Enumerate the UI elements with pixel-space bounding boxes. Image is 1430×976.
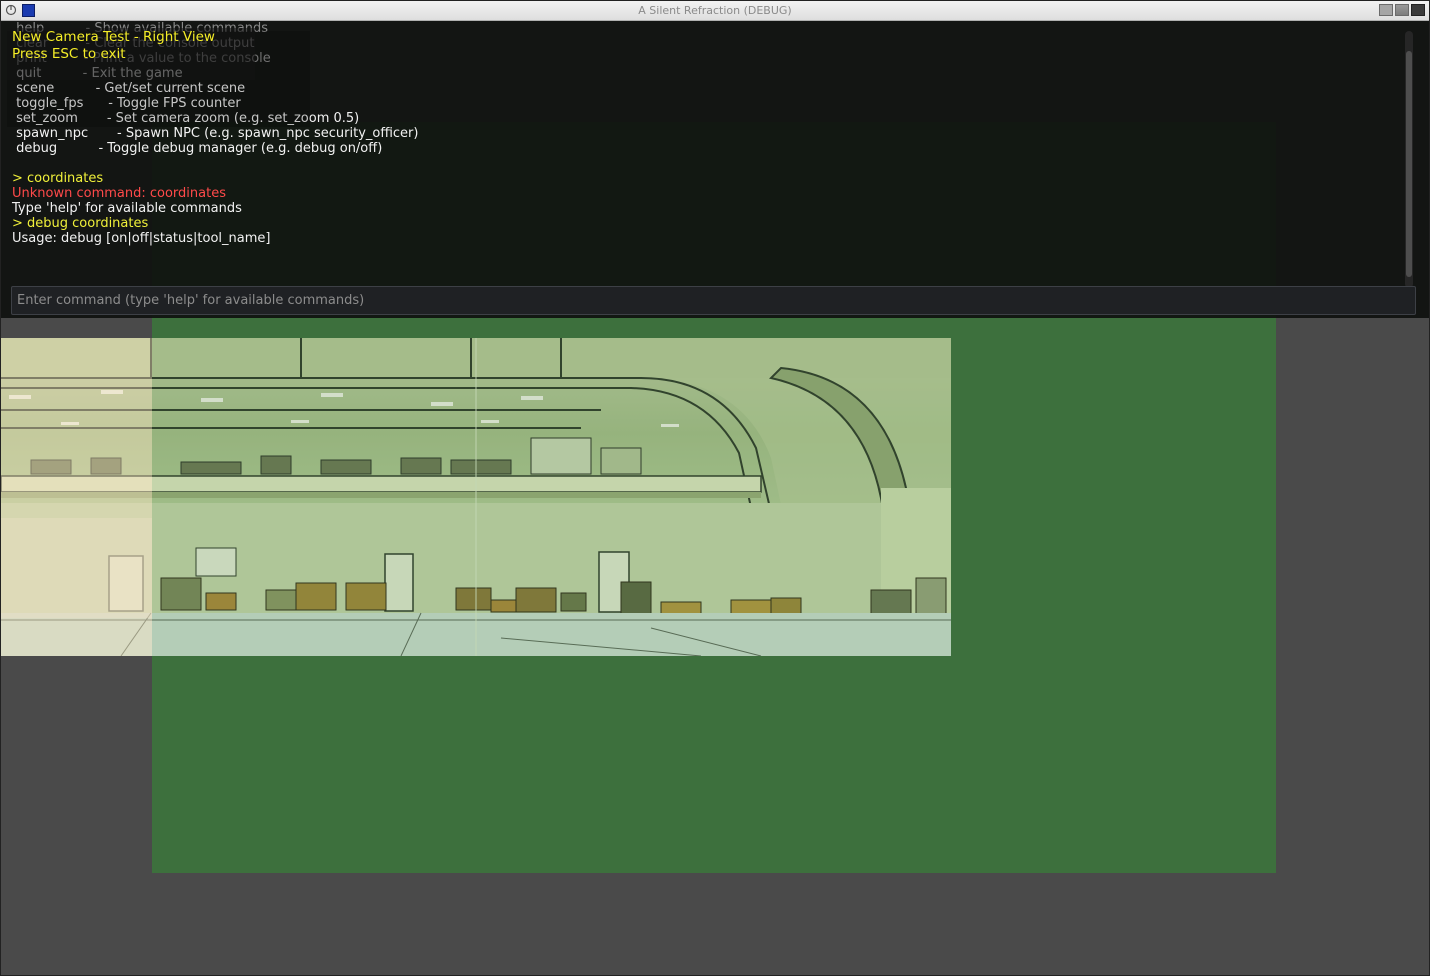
console-line: Type 'help' for available commands xyxy=(12,201,242,216)
hud-exit-hint: Press ESC to exit xyxy=(12,46,126,62)
title-bar[interactable]: A Silent Refraction (DEBUG) xyxy=(1,1,1429,21)
command-input[interactable] xyxy=(11,286,1416,315)
console-line: > coordinates xyxy=(12,171,104,186)
minimize-button[interactable] xyxy=(1379,4,1393,16)
scene-hud: New Camera Test - Right View Press ESC t… xyxy=(12,29,215,63)
close-button[interactable] xyxy=(1411,4,1425,16)
hud-scene-title: New Camera Test - Right View xyxy=(12,29,215,45)
game-window: A Silent Refraction (DEBUG) scene - Get/… xyxy=(0,0,1430,976)
console-line: spawn_npc - Spawn NPC (e.g. spawn_npc se… xyxy=(12,126,419,141)
console-scrollbar-thumb[interactable] xyxy=(1406,51,1412,277)
maximize-button[interactable] xyxy=(1395,4,1409,16)
console-line: Unknown command: coordinates xyxy=(12,186,226,201)
console-line: > debug coordinates xyxy=(12,216,149,231)
window-title: A Silent Refraction (DEBUG) xyxy=(638,4,792,17)
console-line: debug - Toggle debug manager (e.g. debug… xyxy=(12,141,383,156)
window-controls xyxy=(1379,4,1425,16)
hangar-illustration xyxy=(1,338,951,656)
console-line: Usage: debug [on|off|status|tool_name] xyxy=(12,231,271,246)
hangar-scene-background xyxy=(1,338,951,656)
